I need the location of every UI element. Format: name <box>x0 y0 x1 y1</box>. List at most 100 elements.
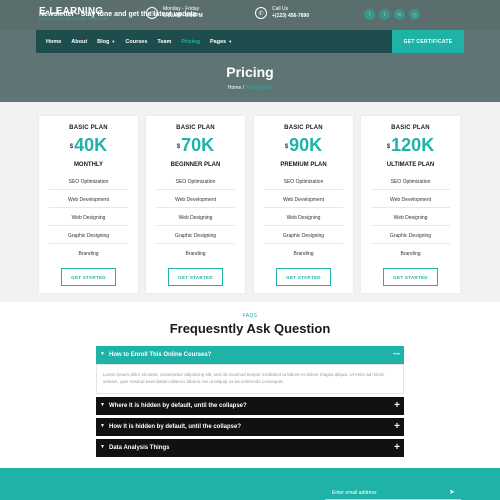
nav-item-courses[interactable]: Courses <box>125 39 147 45</box>
minus-icon: — <box>393 351 400 358</box>
nav-label: Pricing <box>181 38 201 45</box>
nav-label: Pages <box>210 38 227 45</box>
get-certificate-button[interactable]: GET CERTIFICATE <box>392 30 464 53</box>
facebook-icon[interactable]: f <box>364 9 375 20</box>
plan-period: MONTHLY <box>73 162 104 168</box>
phone-value: +(123) 456-7890 <box>272 13 310 19</box>
plan-feature: SEO Optimization <box>371 179 450 190</box>
faq-item[interactable]: ▼ Data Analysis Things + <box>96 439 404 457</box>
nav-label: About <box>71 38 88 45</box>
faq-item[interactable]: ▼ Where It is hidden by default, until t… <box>96 397 404 415</box>
plan-name: BASIC PLAN <box>176 125 215 131</box>
social-links: f t in ◎ <box>364 9 420 20</box>
plan-feature: Branding <box>78 251 99 257</box>
plan-name: BASIC PLAN <box>284 125 323 131</box>
plan-feature: Graphic Designing <box>156 233 235 244</box>
faq-question: Data Analysis Things <box>109 445 170 451</box>
plan-feature: Web Development <box>156 197 235 208</box>
plan-feature: SEO Optimization <box>264 179 343 190</box>
plan-feature: SEO Optimization <box>156 179 235 190</box>
plan-name: BASIC PLAN <box>391 125 430 131</box>
faq-question: How to Enroll This Online Courses? <box>109 352 212 358</box>
price-amount: 120K <box>391 135 435 155</box>
nav-label: Courses <box>125 38 148 45</box>
faq-item-open[interactable]: ▼ How to Enroll This Online Courses? — <box>96 346 404 364</box>
plan-feature: Graphic Designing <box>264 233 343 244</box>
chevron-down-icon: ▼ <box>100 402 105 408</box>
plan-feature: Web Development <box>264 197 343 208</box>
currency-symbol: $ <box>69 144 74 150</box>
plan-period: ULTIMATE PLAN <box>386 162 435 168</box>
main-nav: Home About Blog ▼ Courses Team Pricing Pa… <box>36 30 464 53</box>
chevron-down-icon: ▼ <box>100 423 105 429</box>
plan-feature: Branding <box>400 251 421 257</box>
faq-answer: Lorem ipsum dolor sit amet, consectetur … <box>96 364 404 394</box>
plan-feature: Web Designing <box>49 215 128 226</box>
plan-feature: Web Designing <box>156 215 235 226</box>
instagram-icon[interactable]: ◎ <box>409 9 420 20</box>
plan-feature: Web Development <box>49 197 128 208</box>
breadcrumb-separator: / <box>242 85 245 91</box>
faq-question: Where It is hidden by default, until the… <box>109 403 247 409</box>
plus-icon: + <box>394 400 400 411</box>
email-input[interactable] <box>325 486 461 500</box>
phone-label: Call Us <box>272 6 289 12</box>
nav-item-home[interactable]: Home <box>46 39 61 45</box>
caret-down-icon: ▼ <box>228 39 233 44</box>
get-started-button[interactable]: GET STARTED <box>168 268 223 286</box>
plan-period: BEGINNER PLAN <box>170 162 221 168</box>
nav-label: Team <box>157 38 172 45</box>
plan-period: PREMIUM PLAN <box>280 162 327 168</box>
price-amount: 90K <box>289 135 323 155</box>
plan-price: $40K <box>39 135 138 155</box>
breadcrumb-current: Pricing Plan <box>245 85 273 91</box>
plan-feature: Web Designing <box>264 215 343 226</box>
chevron-down-icon: ▼ <box>100 351 105 357</box>
nav-item-blog[interactable]: Blog ▼ <box>97 39 115 45</box>
pricing-card: BASIC PLAN $120K ULTIMATE PLAN SEO Optimiza… <box>361 116 460 293</box>
breadcrumb-home[interactable]: Home <box>228 85 241 91</box>
phone-info: ✆ Call Us +(123) 456-7890 <box>255 6 309 20</box>
plan-feature: Web Designing <box>371 215 450 226</box>
plan-feature: Graphic Designing <box>49 233 128 244</box>
linkedin-icon[interactable]: in <box>394 9 405 20</box>
currency-symbol: $ <box>284 144 289 150</box>
breadcrumb: Home / Pricing Plan <box>0 85 500 91</box>
nav-item-about[interactable]: About <box>71 39 87 45</box>
pricing-card: BASIC PLAN $90K PREMIUM PLAN SEO Optimizati… <box>254 116 353 293</box>
faq-title: Frequesntly Ask Question <box>169 321 331 336</box>
nav-item-team[interactable]: Team <box>157 39 171 45</box>
pricing-card: BASIC PLAN $40K MONTHLY SEO Optimization Web… <box>39 116 138 293</box>
twitter-icon[interactable]: t <box>379 9 390 20</box>
nav-label: Blog <box>97 38 110 45</box>
plan-feature: Graphic Designing <box>371 233 450 244</box>
plus-icon: + <box>394 442 400 453</box>
get-started-button[interactable]: GET STARTED <box>61 268 116 286</box>
plan-feature: Web Development <box>371 197 450 208</box>
plan-feature: Branding <box>185 251 206 257</box>
plan-price: $120K <box>361 135 460 155</box>
plan-name: BASIC PLAN <box>69 125 108 131</box>
plus-icon: + <box>394 421 400 432</box>
faq-eyebrow: FAQS <box>242 313 258 319</box>
currency-symbol: $ <box>176 144 181 150</box>
nav-item-pages[interactable]: Pages ▼ <box>210 39 232 45</box>
send-icon[interactable]: ➤ <box>449 488 455 496</box>
caret-down-icon: ▼ <box>111 39 116 44</box>
page-title: Pricing <box>226 64 274 80</box>
plan-price: $70K <box>146 135 245 155</box>
faq-question: How It is hidden by default, until the c… <box>109 424 242 430</box>
get-started-button[interactable]: GET STARTED <box>276 268 331 286</box>
chevron-down-icon: ▼ <box>100 444 105 450</box>
pricing-card: BASIC PLAN $70K BEGINNER PLAN SEO Optimizat… <box>146 116 245 293</box>
price-amount: 70K <box>181 135 215 155</box>
nav-item-pricing[interactable]: Pricing <box>181 39 200 45</box>
faq-item[interactable]: ▼ How It is hidden by default, until the… <box>96 418 404 436</box>
newsletter-text: Newsletter - Stay tune and get the lates… <box>39 11 197 18</box>
plan-price: $90K <box>254 135 353 155</box>
plan-feature: Branding <box>293 251 314 257</box>
get-started-button[interactable]: GET STARTED <box>383 268 438 286</box>
phone-icon: ✆ <box>255 7 267 19</box>
nav-label: Home <box>46 38 62 45</box>
plan-feature: SEO Optimization <box>49 179 128 190</box>
